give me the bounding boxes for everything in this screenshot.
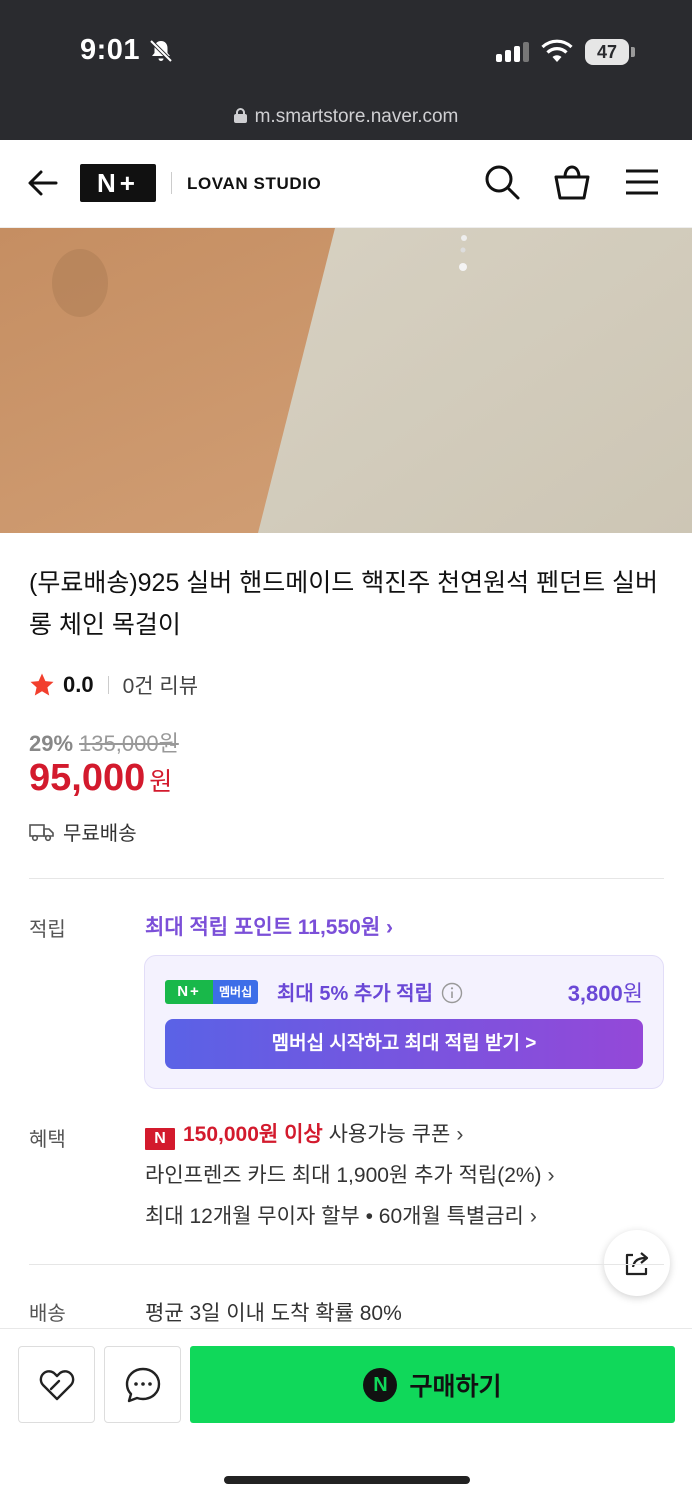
product-photo: [0, 228, 692, 533]
product-image-carousel[interactable]: 3 / 8: [0, 228, 692, 533]
max-points-link[interactable]: 최대 적립 포인트 11,550원 ›: [145, 911, 393, 941]
coupon-row[interactable]: N 150,000원 이상 사용가능 쿠폰 ›: [145, 1120, 555, 1161]
chevron-right-icon: ›: [529, 1205, 537, 1228]
talk-chat-button[interactable]: [104, 1346, 181, 1423]
membership-start-button[interactable]: 멤버십 시작하고 최대 적립 받기 >: [165, 1019, 643, 1069]
naver-plus-logo[interactable]: N+: [80, 164, 156, 202]
back-arrow-icon[interactable]: [26, 166, 60, 200]
status-time: 9:01: [80, 34, 141, 66]
buy-label: 구매하기: [409, 1372, 502, 1401]
wifi-icon: [541, 39, 573, 62]
info-icon[interactable]: [441, 982, 463, 1004]
shipping-text: 무료배송: [63, 823, 137, 845]
bottom-action-bar: N 구매하기: [0, 1328, 692, 1500]
membership-badge: N+ 멤버십: [165, 980, 259, 1004]
url-bar[interactable]: m.smartstore.naver.com: [0, 106, 692, 128]
card-benefit-text: 라인프렌즈 카드 최대 1,900원 추가 적립(2%): [145, 1164, 542, 1187]
discount-row: 29% 135,000원: [29, 726, 179, 758]
home-indicator[interactable]: [224, 1476, 470, 1484]
url-text: m.smartstore.naver.com: [254, 106, 459, 127]
membership-amount: 3,800원: [567, 981, 643, 1006]
section-divider: [29, 1264, 664, 1265]
cellular-signal-icon: [496, 42, 532, 62]
points-label: 적립: [29, 919, 66, 941]
benefits-list: N 150,000원 이상 사용가능 쿠폰 › 라인프렌즈 카드 최대 1,900원…: [145, 1120, 555, 1243]
search-icon[interactable]: [482, 162, 522, 202]
product-title: (무료배송)925 실버 핸드메이드 핵진주 천연원석 펜던트 실버 롱 체인 …: [29, 569, 659, 639]
membership-box: N+ 멤버십 최대 5% 추가 적립 3,800원 멤버십 시작하고 최대 적립 …: [144, 955, 664, 1089]
buy-button[interactable]: N 구매하기: [190, 1346, 675, 1423]
chevron-right-icon: ›: [456, 1123, 464, 1146]
chevron-right-icon: ›: [547, 1164, 555, 1187]
rating-divider: [107, 676, 109, 694]
price-unit: 원: [149, 768, 173, 796]
rating-score: 0.0: [63, 672, 94, 697]
rating-row[interactable]: 0.0 0건 리뷰: [29, 670, 198, 700]
installment-text: 최대 12개월 무이자 할부 • 60개월 특별금리: [145, 1205, 524, 1228]
shopping-bag-icon[interactable]: [552, 162, 592, 202]
card-benefit-row[interactable]: 라인프렌즈 카드 최대 1,900원 추가 적립(2%) ›: [145, 1161, 555, 1202]
menu-icon[interactable]: [622, 162, 662, 202]
sale-price: 95,000 원: [29, 757, 172, 800]
naver-pay-icon: N: [363, 1367, 398, 1402]
shipping-info: 무료배송: [29, 817, 137, 846]
lock-icon: [233, 108, 247, 123]
naver-coupon-badge: N: [145, 1128, 175, 1150]
battery-indicator: 47: [585, 39, 629, 65]
section-divider: [29, 878, 664, 879]
truck-icon: [29, 823, 54, 841]
silent-bell-icon: [149, 39, 173, 63]
delivery-label: 배송: [29, 1303, 66, 1325]
price-value: 95,000: [29, 757, 146, 799]
status-bar: 9:01 47 m.smartstore.naver.com: [0, 0, 692, 140]
delivery-text: 평균 3일 이내 도착 확률 80%: [145, 1302, 402, 1325]
benefits-label: 혜택: [29, 1129, 66, 1151]
share-button[interactable]: [604, 1230, 670, 1296]
header-divider: [171, 172, 172, 194]
store-name[interactable]: LOVAN STUDIO: [187, 174, 321, 194]
share-icon: [625, 1252, 649, 1276]
heart-icon: [39, 1370, 75, 1401]
installment-row[interactable]: 최대 12개월 무이자 할부 • 60개월 특별금리 ›: [145, 1202, 555, 1243]
star-icon: [30, 673, 54, 696]
battery-tip: [631, 47, 635, 57]
wishlist-button[interactable]: [18, 1346, 95, 1423]
membership-text: 최대 5% 추가 적립: [277, 977, 463, 1006]
discount-percent: 29%: [29, 731, 74, 756]
coupon-amount: 150,000원 이상: [183, 1123, 323, 1146]
store-header: N+ LOVAN STUDIO: [0, 140, 692, 228]
chevron-right-icon: ›: [385, 916, 393, 939]
chat-bubble-icon: [125, 1367, 161, 1403]
review-count[interactable]: 0건 리뷰: [123, 670, 198, 700]
coupon-text: 사용가능 쿠폰: [328, 1123, 451, 1146]
original-price: 135,000원: [79, 731, 179, 756]
